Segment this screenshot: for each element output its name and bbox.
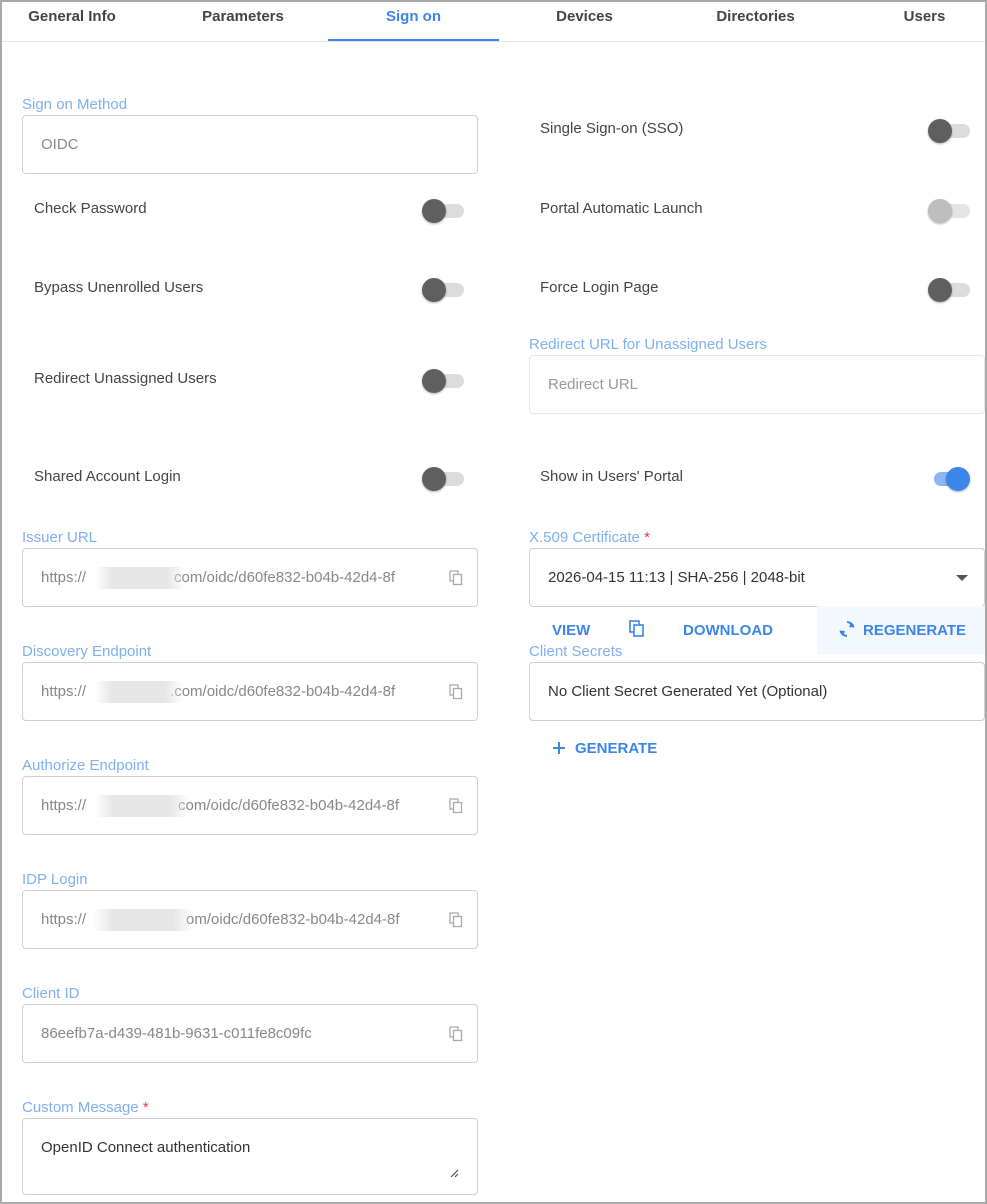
tab-devices[interactable]: Devices — [499, 2, 670, 42]
generate-secret-button[interactable]: GENERATE — [548, 736, 668, 760]
portal-auto-launch-toggle[interactable] — [928, 198, 970, 223]
refresh-icon — [839, 621, 855, 637]
custom-message-value: OpenID Connect authentication — [41, 1138, 251, 1156]
show-in-portal-label: Show in Users' Portal — [540, 468, 683, 485]
copy-icon[interactable] — [449, 911, 463, 928]
redirect-url-placeholder: Redirect URL — [548, 376, 639, 393]
copy-icon[interactable] — [449, 569, 463, 586]
copy-icon[interactable] — [629, 620, 645, 638]
download-certificate-button[interactable]: DOWNLOAD — [683, 619, 773, 641]
dropdown-caret-icon — [956, 574, 968, 581]
shared-account-label: Shared Account Login — [34, 468, 181, 485]
force-login-toggle[interactable] — [928, 277, 970, 302]
sso-toggle[interactable] — [928, 118, 970, 143]
copy-icon[interactable] — [449, 797, 463, 814]
redirect-unassigned-label: Redirect Unassigned Users — [34, 370, 217, 387]
redirect-unassigned-toggle[interactable] — [422, 368, 464, 393]
authorize-endpoint-field[interactable]: https://com/oidc/d60fe832-b04b-42d4-8f — [22, 776, 478, 835]
view-certificate-button[interactable]: VIEW — [552, 619, 590, 641]
discovery-endpoint-field[interactable]: https://.com/oidc/d60fe832-b04b-42d4-8f — [22, 662, 478, 721]
authorize-endpoint-label: Authorize Endpoint — [22, 757, 149, 774]
tab-users[interactable]: Users — [882, 2, 967, 42]
tab-bar: General Info Parameters Sign on Devices … — [2, 2, 985, 42]
regenerate-label: REGENERATE — [863, 621, 967, 639]
certificate-select[interactable]: 2026-04-15 11:13 | SHA-256 | 2048-bit — [529, 548, 985, 607]
copy-icon[interactable] — [449, 1025, 463, 1042]
redacted-host — [93, 909, 193, 931]
bypass-unenrolled-label: Bypass Unenrolled Users — [34, 279, 204, 296]
certificate-value: 2026-04-15 11:13 | SHA-256 | 2048-bit — [548, 569, 805, 586]
copy-icon[interactable] — [449, 683, 463, 700]
client-secrets-value: No Client Secret Generated Yet (Optional… — [548, 683, 828, 700]
shared-account-toggle[interactable] — [422, 466, 464, 491]
show-in-portal-toggle[interactable] — [928, 466, 970, 491]
custom-message-label: Custom Message * — [22, 1099, 149, 1116]
certificate-label: X.509 Certificate * — [529, 529, 650, 546]
app-frame: General Info Parameters Sign on Devices … — [0, 0, 987, 1204]
redacted-host — [95, 795, 189, 817]
issuer-url-field[interactable]: https://com/oidc/d60fe832-b04b-42d4-8f — [22, 548, 478, 607]
idp-login-field[interactable]: https://om/oidc/d60fe832-b04b-42d4-8f — [22, 890, 478, 949]
active-tab-indicator — [328, 39, 499, 41]
required-marker: * — [142, 1099, 149, 1116]
discovery-endpoint-label: Discovery Endpoint — [22, 643, 152, 660]
resize-handle-icon[interactable] — [450, 1169, 459, 1178]
client-id-field[interactable]: 86eefb7a-d439-481b-9631-c011fe8c09fc — [22, 1004, 478, 1063]
sign-on-method-label: Sign on Method — [22, 96, 128, 113]
tab-directories[interactable]: Directories — [670, 2, 841, 42]
redacted-host — [95, 567, 185, 589]
tab-general-info[interactable]: General Info — [2, 2, 142, 42]
required-marker: * — [644, 529, 650, 546]
portal-auto-launch-label: Portal Automatic Launch — [540, 200, 703, 217]
redacted-host — [95, 681, 183, 703]
tab-parameters[interactable]: Parameters — [158, 2, 328, 42]
redirect-url-input[interactable]: Redirect URL — [529, 355, 985, 414]
idp-login-label: IDP Login — [22, 871, 88, 888]
custom-message-textarea[interactable]: OpenID Connect authentication — [22, 1118, 478, 1195]
tab-sign-on[interactable]: Sign on — [328, 2, 499, 42]
client-id-label: Client ID — [22, 985, 80, 1002]
client-secrets-label: Client Secrets — [529, 643, 623, 660]
client-id-value: 86eefb7a-d439-481b-9631-c011fe8c09fc — [41, 1025, 312, 1042]
force-login-label: Force Login Page — [540, 279, 659, 296]
sign-on-method-value: OIDC — [41, 136, 79, 153]
check-password-toggle[interactable] — [422, 198, 464, 223]
issuer-url-label: Issuer URL — [22, 529, 98, 546]
generate-label: GENERATE — [575, 739, 658, 757]
plus-icon — [553, 742, 565, 754]
check-password-label: Check Password — [34, 200, 147, 217]
regenerate-button[interactable]: REGENERATE — [817, 606, 985, 654]
sso-label: Single Sign-on (SSO) — [540, 120, 684, 137]
bypass-unenrolled-toggle[interactable] — [422, 277, 464, 302]
sign-on-method-select[interactable]: OIDC — [22, 115, 478, 174]
redirect-url-label: Redirect URL for Unassigned Users — [529, 336, 767, 353]
client-secrets-field[interactable]: No Client Secret Generated Yet (Optional… — [529, 662, 985, 721]
